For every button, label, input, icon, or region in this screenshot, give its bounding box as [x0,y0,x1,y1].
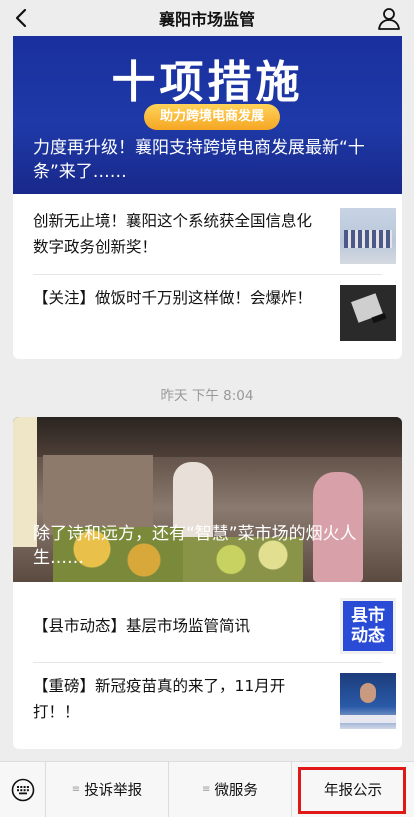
message-timestamp: 昨天 下午 8:04 [160,388,254,404]
article-card: 除了诗和远方，还有“智慧”菜市场的烟火人生…… 【县市动态】基层市场监管简讯 县… [13,417,402,749]
menu-item-label: 微服务 [214,783,258,799]
hero-caption: 力度再升级！襄阳支持跨境电商发展最新“十条”来了…… [33,138,365,182]
keyboard-icon [11,778,34,801]
page-title: 襄阳市场监管 [158,10,255,29]
article-thumbnail [340,673,396,729]
article-title: 【关注】做饭时千万别这样做！会爆炸！ [33,289,313,307]
article-card: 十项措施 助力跨境电商发展 力度再升级！襄阳支持跨境电商发展最新“十条”来了……… [13,36,402,359]
submenu-icon: ≡ [71,784,81,795]
article-thumbnail [340,208,396,264]
hero-caption: 除了诗和远方，还有“智慧”菜市场的烟火人生…… [33,524,357,568]
menu-item-label: 年报公示 [324,783,382,799]
hero-article[interactable]: 除了诗和远方，还有“智慧”菜市场的烟火人生…… [13,417,402,582]
submenu-icon: ≡ [202,784,211,795]
thumbnail-text: 动态 [351,626,385,646]
hero-article[interactable]: 十项措施 助力跨境电商发展 力度再升级！襄阳支持跨境电商发展最新“十条”来了…… [13,36,402,194]
menu-item-annual-report[interactable]: 年报公示 [292,762,414,817]
article-thumbnail [340,285,396,341]
article-thumbnail: 县市 动态 [340,598,396,654]
header: 襄阳市场监管 [0,0,414,36]
article-title: 【重磅】新冠疫苗真的来了，11月开打！！ [33,677,286,721]
article-feed-page: 襄阳市场监管 十项措施 助力跨境电商发展 力度再升级！襄阳支持跨境电商发展最新“… [0,0,414,817]
divider [33,662,382,663]
hero-tag: 助力跨境电商发展 [144,104,280,130]
menu-item-complaint[interactable]: ≡ 投诉举报 [46,761,169,817]
keyboard-toggle[interactable] [0,761,46,817]
divider [33,274,382,275]
article-title: 创新无止境！襄阳这个系统获全国信息化数字政务创新奖！ [33,212,313,256]
menu-item-micro-service[interactable]: ≡ 微服务 [169,761,292,817]
thumbnail-text: 县市 [351,606,385,626]
back-arrow-icon[interactable] [10,6,34,30]
hero-headline-graphic: 十项措施 [111,57,304,108]
profile-icon[interactable] [376,5,402,31]
bottom-menu: ≡ 投诉举报 ≡ 微服务 年报公示 [0,761,414,817]
menu-item-label: 投诉举报 [84,783,143,799]
article-title: 【县市动态】基层市场监管简讯 [33,617,251,635]
